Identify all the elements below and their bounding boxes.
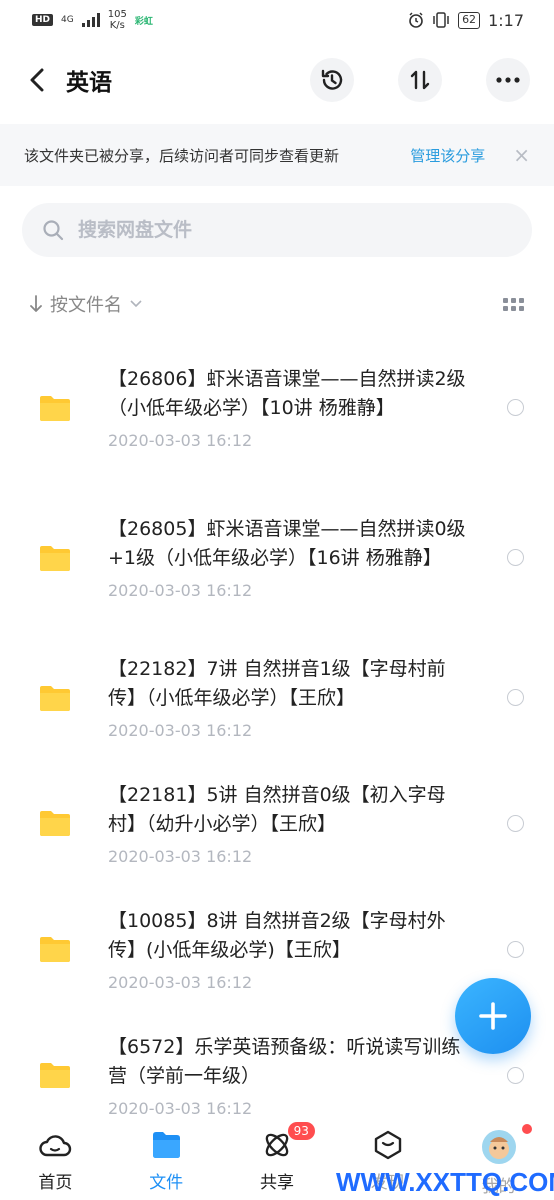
- file-date: 2020-03-03 16:12: [108, 581, 253, 600]
- watermark: WWW.XXTTQ.COM: [336, 1164, 554, 1200]
- share-notice-text: 该文件夹已被分享，后续访问者可同步查看更新: [24, 146, 340, 165]
- file-date: 2020-03-03 16:12: [108, 431, 253, 450]
- nav-files-label: 文件: [149, 1173, 184, 1193]
- file-date: 2020-03-03 16:12: [108, 721, 253, 740]
- manage-share-link[interactable]: 管理该分享: [410, 145, 485, 166]
- nav-share[interactable]: 93 共享: [222, 1118, 333, 1200]
- vibrate-icon: [433, 12, 449, 28]
- add-button[interactable]: [455, 978, 531, 1054]
- nav-files[interactable]: 文件: [111, 1118, 222, 1200]
- select-radio[interactable]: [507, 940, 524, 958]
- file-row[interactable]: 【22181】5讲 自然拼音0级【初入字母村】（幼升小必学）【王欣】 2020-…: [0, 760, 554, 886]
- avatar-face-icon: [488, 1137, 509, 1159]
- share-badge: 93: [287, 1122, 315, 1140]
- nav-home-label: 首页: [38, 1173, 73, 1193]
- nav-home[interactable]: 首页: [0, 1118, 111, 1200]
- file-name: 【26806】虾米语音课堂——自然拼读2级（小低年级必学）【10讲 杨雅静】: [108, 368, 466, 419]
- file-date: 2020-03-03 16:12: [108, 1098, 253, 1118]
- file-row[interactable]: 【26805】虾米语音课堂——自然拼读0级+1级（小低年级必学）【16讲 杨雅静…: [0, 480, 554, 635]
- file-name: 【22182】7讲 自然拼音1级【字母村前传】（小低年级必学）【王欣】: [108, 658, 446, 709]
- file-name: 【10085】8讲 自然拼音2级【字母村外传】(小低年级必学)【王欣】: [108, 909, 446, 961]
- folder-icon: [40, 1063, 70, 1088]
- file-row[interactable]: 【22182】7讲 自然拼音1级【字母村前传】（小低年级必学）【王欣】 2020…: [0, 635, 554, 760]
- network-speed: 105 K/s: [107, 9, 127, 31]
- status-bar: HD 4G 105 K/s 彩虹 62 1:17: [0, 0, 554, 40]
- folder-icon: [153, 1132, 181, 1158]
- notification-dot: [521, 1124, 532, 1134]
- back-arrow-icon: [30, 68, 44, 92]
- chevron-down-icon: [130, 300, 142, 308]
- history-icon: [321, 69, 343, 90]
- file-name: 【22181】5讲 自然拼音0级【初入字母村】（幼升小必学）【王欣】: [108, 783, 446, 835]
- folder-icon: [40, 937, 70, 962]
- home-cloud-icon: [39, 1135, 72, 1157]
- network-type: 4G: [61, 15, 74, 25]
- hd-indicator: HD: [32, 14, 54, 26]
- back-button[interactable]: [22, 65, 52, 95]
- search-input[interactable]: [78, 219, 512, 241]
- sort-label: 按文件名: [50, 295, 122, 316]
- file-name: 【26805】虾米语音课堂——自然拼读0级+1级（小低年级必学）【16讲 杨雅静…: [108, 518, 466, 569]
- alarm-icon: [409, 12, 423, 28]
- share-notice-banner: 该文件夹已被分享，后续访问者可同步查看更新 管理该分享 ×: [0, 124, 554, 186]
- sort-row: 按文件名: [0, 284, 554, 324]
- select-radio[interactable]: [507, 814, 524, 832]
- transfer-button[interactable]: [398, 58, 442, 102]
- file-name: 【6572】乐学英语预备级：听说读写训练营（学前一年级）: [108, 1035, 461, 1087]
- search-icon: [43, 220, 64, 241]
- folder-icon: [40, 811, 70, 836]
- select-radio[interactable]: [507, 549, 524, 566]
- select-radio[interactable]: [507, 1066, 524, 1084]
- nav-share-label: 共享: [259, 1173, 294, 1193]
- page-title: 英语: [66, 70, 112, 96]
- avatar: [481, 1130, 516, 1164]
- sort-button[interactable]: 按文件名: [30, 291, 503, 317]
- plus-icon: [479, 1002, 507, 1030]
- file-date: 2020-03-03 16:12: [108, 846, 253, 866]
- search-bar[interactable]: [22, 203, 532, 257]
- app-notification-icon: 彩虹: [134, 16, 153, 27]
- select-radio[interactable]: [507, 399, 524, 416]
- grid-view-button[interactable]: [503, 297, 524, 311]
- sort-arrow-icon: [30, 295, 42, 312]
- folder-icon: [40, 545, 70, 571]
- select-radio[interactable]: [507, 689, 524, 706]
- battery-indicator: 62: [458, 11, 481, 29]
- more-button[interactable]: [486, 58, 530, 102]
- close-icon[interactable]: ×: [513, 143, 530, 167]
- folder-icon: [40, 395, 70, 421]
- file-date: 2020-03-03 16:12: [108, 972, 253, 992]
- transfer-arrows-icon: [410, 70, 430, 90]
- history-button[interactable]: [310, 58, 354, 102]
- folder-icon: [40, 685, 70, 711]
- file-row[interactable]: 【26806】虾米语音课堂——自然拼读2级（小低年级必学）【10讲 杨雅静】 2…: [0, 335, 554, 480]
- top-bar: 英语: [0, 50, 554, 110]
- discover-icon: [374, 1130, 401, 1160]
- signal-icon: [81, 13, 100, 27]
- clock: 1:17: [488, 10, 524, 30]
- more-dots-icon: [496, 77, 520, 83]
